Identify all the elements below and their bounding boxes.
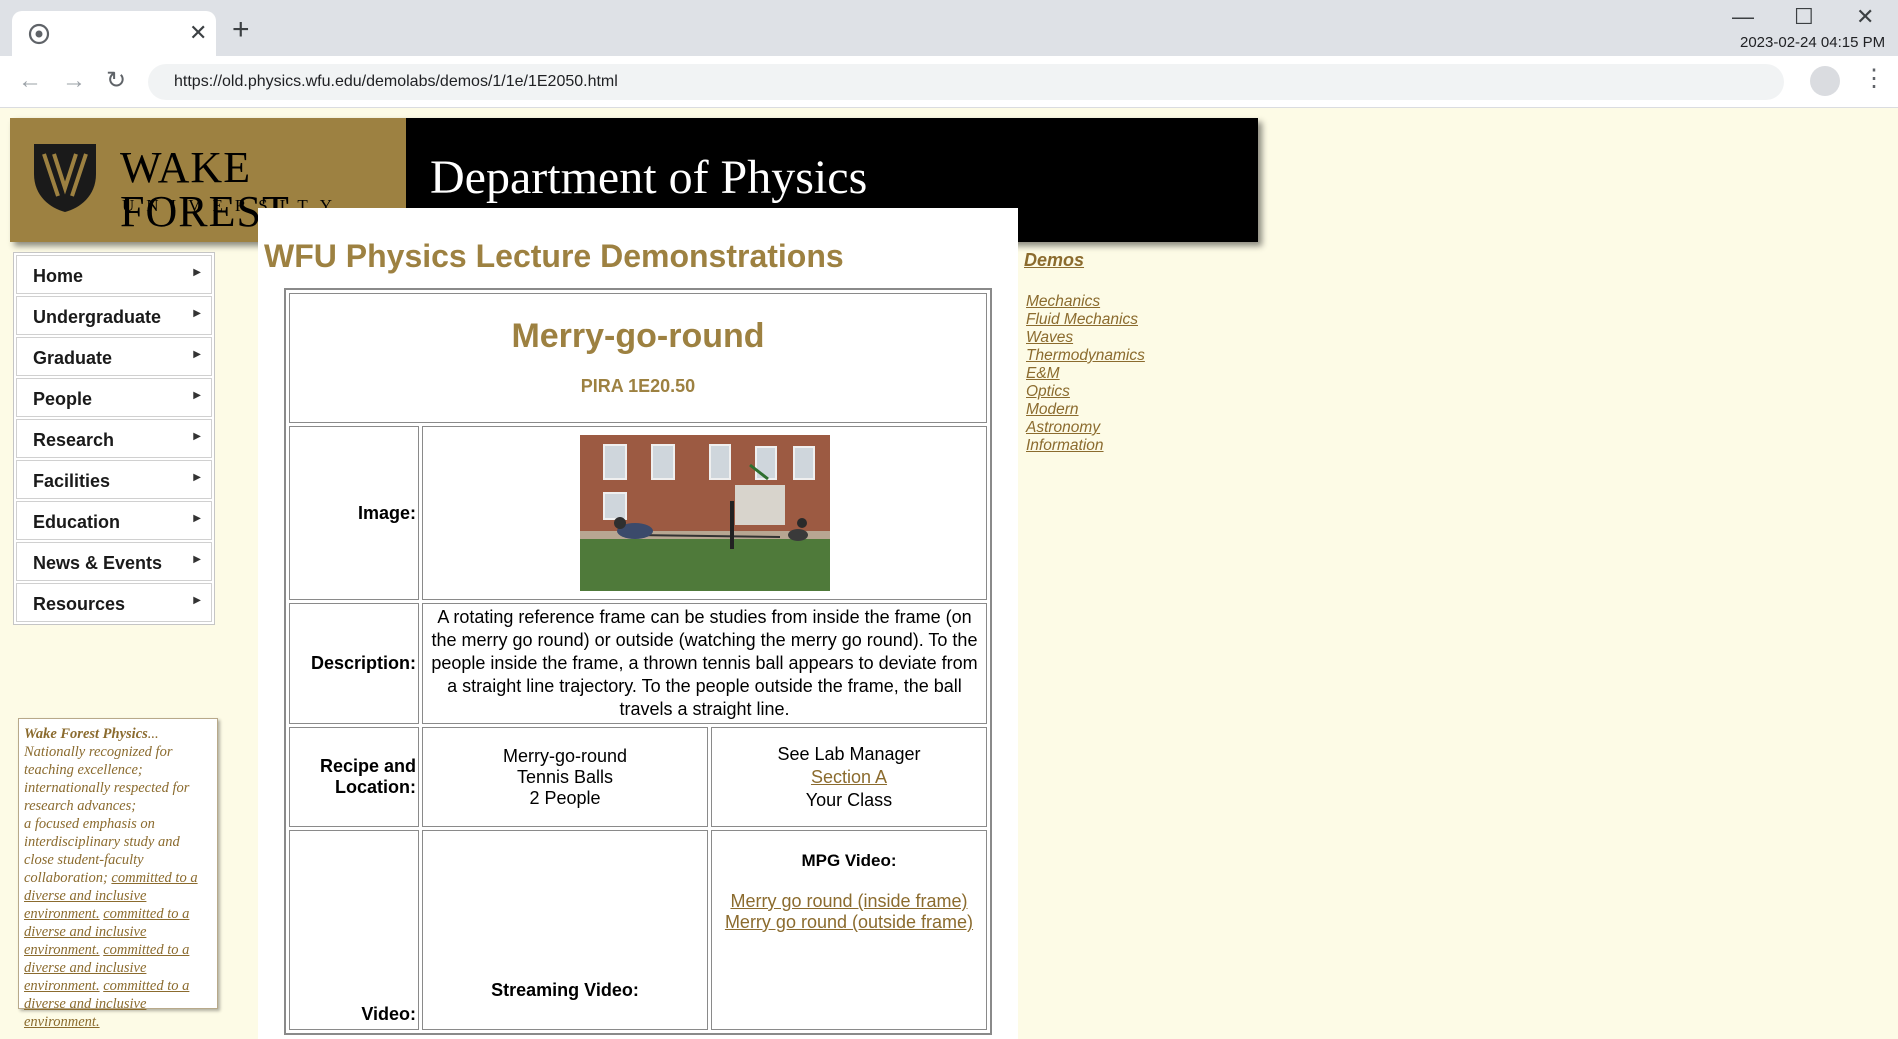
section-a-link[interactable]: Section A: [811, 767, 887, 787]
demo-pira-code: PIRA 1E20.50: [580, 376, 696, 396]
table-row: Video: Streaming Video: MPG Video: Merry…: [289, 830, 987, 1030]
table-row: Description: A rotating reference frame …: [289, 603, 987, 724]
sidebar-item-label: People: [33, 389, 93, 409]
sidebar-item-label: Resources: [33, 594, 126, 614]
mpg-video-label: MPG Video:: [801, 851, 897, 870]
demo-photo[interactable]: [579, 435, 830, 591]
location-line: Your Class: [805, 789, 893, 810]
chrome-favicon-icon: [28, 23, 50, 45]
demos-link-optics[interactable]: Optics: [1026, 383, 1145, 401]
wfu-shield-icon: [34, 144, 96, 212]
streaming-video-label: Streaming Video:: [422, 830, 708, 1030]
table-row: Merry-go-round PIRA 1E20.50: [289, 293, 987, 423]
caret-right-icon: ▶: [193, 472, 201, 483]
demos-link-waves[interactable]: Waves: [1026, 329, 1145, 347]
profile-icon[interactable]: [1810, 66, 1840, 96]
sidebar-item-label: Undergraduate: [33, 307, 162, 327]
demos-heading[interactable]: Demos: [1024, 250, 1145, 271]
quote-line: internationally respected for research a…: [24, 780, 190, 814]
clock-timestamp: 2023-02-24 04:15 PM: [1740, 34, 1886, 51]
side-navigation: Home ▶ Undergraduate ▶ Graduate ▶ People ▶ R…: [13, 252, 215, 625]
caret-right-icon: ▶: [193, 513, 201, 524]
department-title: Department of Physics: [430, 151, 868, 204]
demos-sidebar: Demos Mechanics Fluid Mechanics Waves Th…: [1024, 250, 1145, 455]
table-row: Image:: [289, 426, 987, 600]
demos-link-thermodynamics[interactable]: Thermodynamics: [1026, 347, 1145, 365]
back-arrow-icon[interactable]: ←: [18, 66, 42, 96]
page-title: WFU Physics Lecture Demonstrations: [264, 238, 844, 274]
sidebar-item-undergraduate[interactable]: Undergraduate ▶: [16, 296, 212, 335]
forward-arrow-icon[interactable]: →: [62, 66, 86, 96]
quote-ellipsis: ...: [147, 726, 159, 742]
video-label: Video:: [289, 830, 419, 1030]
description-label: Description:: [289, 603, 419, 724]
url-text[interactable]: https://old.physics.wfu.edu/demolabs/dem…: [174, 73, 618, 91]
recipe-cell: Merry-go-round Tennis Balls 2 People: [422, 727, 708, 827]
image-cell: [422, 426, 987, 600]
demos-link-modern[interactable]: Modern: [1026, 401, 1145, 419]
recipe-label: Recipe and Location:: [289, 727, 419, 827]
recipe-item: Tennis Balls: [516, 766, 614, 787]
sidebar-item-news-events[interactable]: News & Events ▶: [16, 542, 212, 581]
reload-icon[interactable]: ↻: [106, 66, 126, 96]
recipe-item: Merry-go-round: [502, 745, 628, 766]
demos-link-list: Mechanics Fluid Mechanics Waves Thermody…: [1026, 293, 1145, 455]
sidebar-item-home[interactable]: Home ▶: [16, 255, 212, 294]
sidebar-item-label: Research: [33, 430, 115, 450]
sidebar-item-education[interactable]: Education ▶: [16, 501, 212, 540]
mpg-link-inside[interactable]: Merry go round (inside frame): [712, 891, 986, 912]
sidebar-item-label: Graduate: [33, 348, 113, 368]
demos-link-em[interactable]: E&M: [1026, 365, 1145, 383]
caret-right-icon: ▶: [193, 349, 201, 360]
maximize-icon[interactable]: ☐: [1794, 4, 1814, 30]
caret-right-icon: ▶: [193, 595, 201, 606]
minimize-icon[interactable]: —: [1732, 4, 1754, 30]
sidebar-item-label: Education: [33, 512, 121, 532]
demo-table: Merry-go-round PIRA 1E20.50 Image: Descr…: [284, 288, 992, 1035]
sidebar-item-label: Home: [33, 266, 84, 286]
caret-right-icon: ▶: [193, 554, 201, 565]
sidebar-item-label: News & Events: [33, 553, 163, 573]
sidebar-item-people[interactable]: People ▶: [16, 378, 212, 417]
browser-tab[interactable]: ✕: [12, 11, 216, 56]
caret-right-icon: ▶: [193, 267, 201, 278]
sidebar-item-graduate[interactable]: Graduate ▶: [16, 337, 212, 376]
table-row: Recipe and Location: Merry-go-round Tenn…: [289, 727, 987, 827]
main-content: WFU Physics Lecture Demonstrations Merry…: [258, 208, 1018, 1039]
address-bar[interactable]: https://old.physics.wfu.edu/demolabs/dem…: [148, 64, 1784, 100]
caret-right-icon: ▶: [193, 390, 201, 401]
recipe-item: 2 People: [529, 787, 601, 808]
demo-name: Merry-go-round: [511, 317, 765, 355]
caret-right-icon: ▶: [193, 431, 201, 442]
caret-right-icon: ▶: [193, 308, 201, 319]
demos-link-mechanics[interactable]: Mechanics: [1026, 293, 1145, 311]
window-close-icon[interactable]: ✕: [1856, 4, 1874, 30]
demos-link-information[interactable]: Information: [1026, 437, 1145, 455]
description-text: A rotating reference frame can be studie…: [422, 603, 987, 724]
location-cell: See Lab Manager Section A Your Class: [711, 727, 987, 827]
browser-toolbar: ← → ↻ https://old.physics.wfu.edu/demola…: [0, 56, 1898, 108]
page-viewport: WAKE FOREST UNIVERSITY Department of Phy…: [0, 108, 1898, 1039]
demos-link-fluid-mechanics[interactable]: Fluid Mechanics: [1026, 311, 1145, 329]
new-tab-button[interactable]: +: [232, 15, 250, 45]
kebab-menu-icon[interactable]: ⋮: [1862, 64, 1886, 94]
tab-close-icon[interactable]: ✕: [189, 21, 207, 45]
mpg-video-cell: MPG Video: Merry go round (inside frame)…: [711, 830, 987, 1030]
sidebar-item-resources[interactable]: Resources ▶: [16, 583, 212, 622]
demo-header-cell: Merry-go-round PIRA 1E20.50: [289, 293, 987, 423]
location-line: See Lab Manager: [777, 743, 921, 764]
quote-line: Nationally recognized for teaching excel…: [24, 744, 173, 778]
sidebar-item-facilities[interactable]: Facilities ▶: [16, 460, 212, 499]
demos-link-astronomy[interactable]: Astronomy: [1026, 419, 1145, 437]
mpg-link-outside[interactable]: Merry go round (outside frame): [712, 912, 986, 933]
browser-tab-strip: ✕ + — ☐ ✕ 2023-02-24 04:15 PM: [0, 0, 1898, 56]
image-label: Image:: [289, 426, 419, 600]
quote-title: Wake Forest Physics: [24, 726, 148, 742]
sidebar-item-research[interactable]: Research ▶: [16, 419, 212, 458]
sidebar-item-label: Facilities: [33, 471, 111, 491]
mission-quote-box: Wake Forest Physics... Nationally recogn…: [18, 718, 218, 1030]
merry-go-round-photo-icon: [579, 435, 830, 591]
